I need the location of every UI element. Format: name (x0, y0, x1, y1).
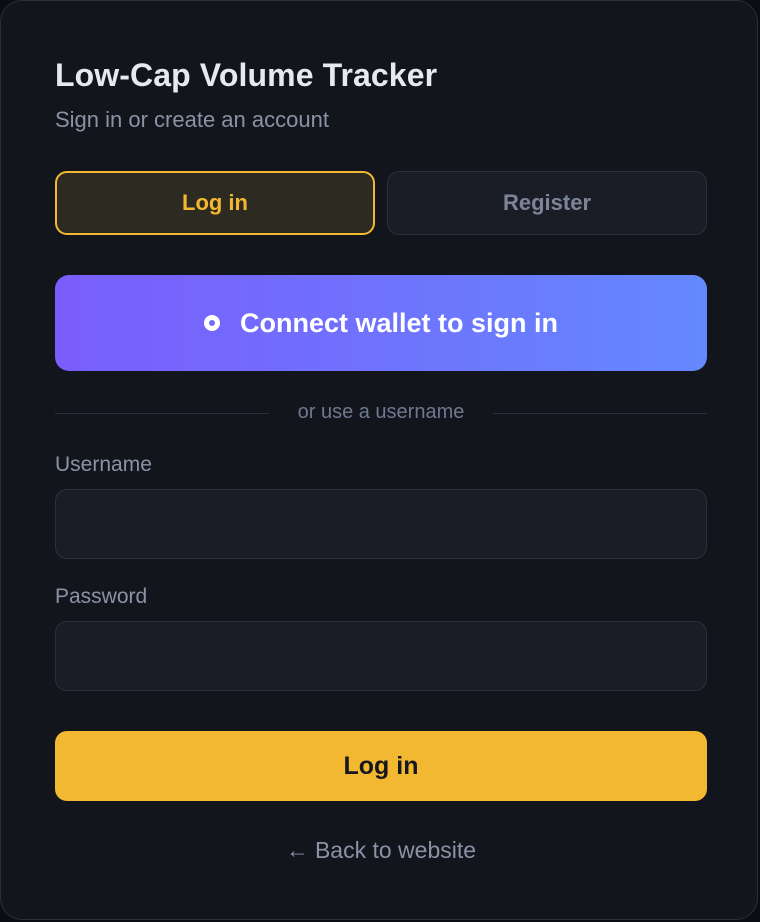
page-title: Low-Cap Volume Tracker (55, 57, 438, 93)
username-input[interactable] (55, 489, 707, 559)
connect-wallet-label: Connect wallet to sign in (239, 307, 558, 338)
tab-register[interactable]: Register (387, 171, 707, 235)
auth-card: Low-Cap Volume Tracker Sign in or create… (0, 0, 758, 920)
password-input[interactable] (55, 621, 707, 691)
wallet-dot-icon (203, 315, 220, 331)
arrow-left-icon: ← (285, 837, 309, 863)
page-subtitle: Sign in or create an account (55, 107, 329, 132)
divider-text: or use a username (297, 401, 465, 423)
login-submit-button[interactable]: Log in (55, 731, 707, 801)
divider-line-left (55, 413, 269, 414)
connect-wallet-button[interactable]: Connect wallet to sign in (55, 275, 707, 371)
password-label: Password (55, 585, 148, 608)
username-label: Username (55, 453, 152, 476)
divider-line-right (493, 413, 707, 414)
tab-login[interactable]: Log in (55, 171, 375, 235)
back-to-website-link[interactable]: ← Back to website (1, 837, 760, 864)
back-to-website-label: Back to website (314, 837, 477, 863)
